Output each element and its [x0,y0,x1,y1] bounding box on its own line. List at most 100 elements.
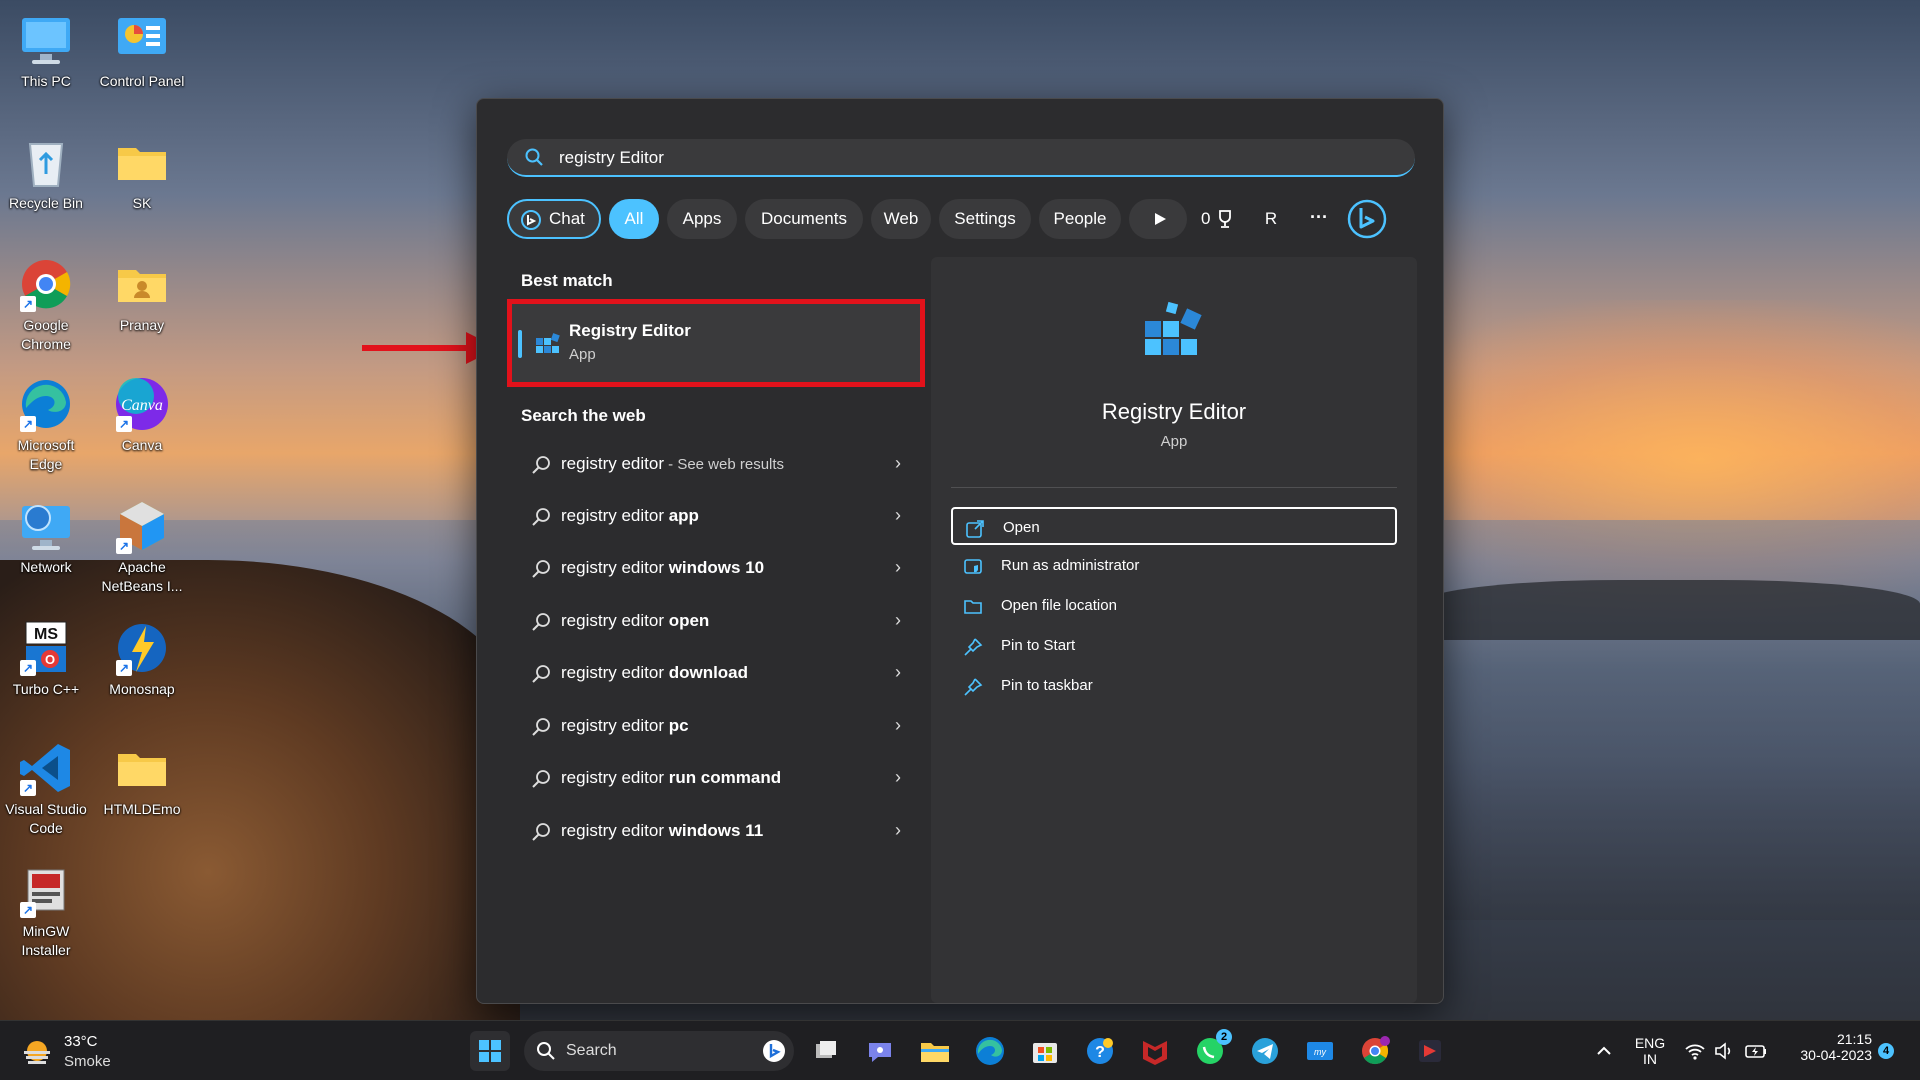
help-icon: ? [1087,1038,1113,1064]
bing-icon [1347,199,1387,239]
search-icon [532,560,550,578]
search-icon [532,613,550,631]
desktop-icon-network[interactable]: Network [0,498,92,577]
search-query[interactable]: registry Editor [559,148,664,168]
quick-settings[interactable] [1684,1039,1768,1063]
more-options-button[interactable]: ··· [1299,199,1339,239]
web-result[interactable]: registry editor open › [521,596,901,648]
filter-people[interactable]: People [1039,199,1121,239]
desktop-icon-monosnap[interactable]: ↗ Monosnap [96,620,188,699]
web-result[interactable]: registry editor run command › [521,753,901,805]
svg-text:my: my [1314,1047,1326,1057]
mingw-installer-icon: ↗ [18,862,74,918]
filter-web[interactable]: Web [871,199,931,239]
desktop-icon-apache-netbeans[interactable]: ↗ Apache NetBeans I... [96,498,188,596]
filter-chat[interactable]: Chat [507,199,601,239]
desktop-icon-label: Turbo C++ [12,681,80,697]
desktop-icon-canva[interactable]: Canva ↗ Canva [96,376,188,455]
taskbar-whatsapp[interactable]: 2 [1190,1029,1232,1071]
filter-apps[interactable]: Apps [667,199,737,239]
monosnap-icon: ↗ [114,620,170,676]
desktop-icon-sk[interactable]: SK [96,134,188,213]
filter-settings[interactable]: Settings [939,199,1031,239]
web-result[interactable]: registry editor windows 10 › [521,543,901,595]
desktop-icon-this-pc[interactable]: This PC [0,12,92,91]
desktop-icon-control-panel[interactable]: Control Panel [96,12,188,91]
desktop-icon-microsoft-edge[interactable]: ↗ Microsoft Edge [0,376,92,474]
filter-documents[interactable]: Documents [745,199,863,239]
edge-icon [976,1037,1004,1065]
bing-chat-icon [521,210,541,230]
desktop-icon-recycle-bin[interactable]: Recycle Bin [0,134,92,213]
web-result[interactable]: registry editor download › [521,648,901,700]
desktop-icon-pranay[interactable]: Pranay [96,256,188,335]
svg-text:MS: MS [34,626,58,643]
anydesk-icon [1419,1040,1441,1062]
shield-icon [964,559,982,574]
best-match-result[interactable]: Registry Editor App [507,299,925,387]
mcafee-icon [1143,1041,1167,1065]
taskbar-chrome[interactable] [1355,1031,1395,1071]
battery-icon [1745,1045,1766,1058]
desktop-icon-htmldemo[interactable]: HTMLDEmo [96,740,188,819]
trophy-icon [1219,210,1231,228]
monitor-icon [18,12,74,68]
web-result[interactable]: registry editor app › [521,491,901,543]
taskbar-file-explorer[interactable] [915,1031,955,1071]
pin-to-start-action[interactable]: Pin to Start [951,627,1397,665]
desktop-icon-label: Microsoft Edge [17,437,75,472]
pin-icon [964,638,983,656]
desktop-icon-turbo-cpp[interactable]: MS O ↗ Turbo C++ [0,620,92,699]
taskbar-myapp[interactable]: my [1300,1031,1340,1071]
filter-more-play[interactable] [1129,199,1187,239]
taskbar-get-help[interactable]: ? [1080,1031,1120,1071]
weather-widget[interactable]: 33°C Smoke [20,1029,140,1073]
weather-condition: Smoke [64,1053,111,1070]
best-match-type: App [569,346,596,363]
taskbar-mcafee[interactable] [1135,1031,1175,1071]
notification-count-badge[interactable]: 4 [1878,1043,1894,1059]
taskbar-task-view[interactable] [806,1031,846,1071]
desktop-icon-google-chrome[interactable]: ↗ Google Chrome [0,256,92,354]
language-indicator[interactable]: ENG IN [1630,1035,1670,1067]
tray-overflow-button[interactable] [1590,1037,1618,1065]
pin-to-taskbar-action[interactable]: Pin to taskbar [951,667,1397,705]
open-file-location-action[interactable]: Open file location [951,587,1397,625]
web-result[interactable]: registry editor windows 11 › [521,806,901,858]
desktop-icon-label: Monosnap [109,681,175,697]
web-result[interactable]: registry editor - See web results › [521,439,901,491]
canva-icon: Canva ↗ [114,376,170,432]
myapp-icon: my [1307,1042,1333,1060]
rewards-points[interactable]: 0 [1193,199,1243,239]
web-result[interactable]: registry editor pc › [521,701,901,753]
desktop-icon-label: This PC [21,73,71,89]
desktop-icon-visual-studio-code[interactable]: ↗ Visual Studio Code [0,740,92,838]
chrome-icon: ↗ [18,256,74,312]
desktop-icon-mingw-installer[interactable]: ↗ MinGW Installer [0,862,92,960]
search-input[interactable]: registry Editor [507,139,1415,177]
play-icon [1155,213,1166,225]
search-icon [537,1042,555,1060]
folder-icon [114,740,170,796]
filter-all[interactable]: All [609,199,659,239]
taskbar-app-red[interactable] [1410,1031,1450,1071]
taskbar-search[interactable]: Search [524,1031,794,1071]
desktop-icon-label: Recycle Bin [9,195,83,211]
taskbar-telegram[interactable] [1245,1031,1285,1071]
taskbar-edge[interactable] [970,1031,1010,1071]
bing-button[interactable] [1347,199,1387,239]
start-button[interactable] [470,1031,510,1071]
run-as-administrator-action[interactable]: Run as administrator [951,547,1397,585]
profile-initial[interactable]: R [1251,199,1291,239]
taskbar-teams-chat[interactable] [860,1031,900,1071]
open-action[interactable]: Open [951,507,1397,545]
recycle-bin-icon [18,134,74,190]
clock[interactable]: 21:15 30-04-2023 [1780,1031,1872,1063]
taskbar-store[interactable] [1025,1031,1065,1071]
details-app-name: Registry Editor [1101,399,1247,424]
taskbar: 33°C Smoke Search ? 2 my ENG IN 21:15 30… [0,1020,1920,1080]
search-icon [532,823,550,841]
folder-icon [114,134,170,190]
divider [951,487,1397,488]
open-icon [966,520,984,538]
